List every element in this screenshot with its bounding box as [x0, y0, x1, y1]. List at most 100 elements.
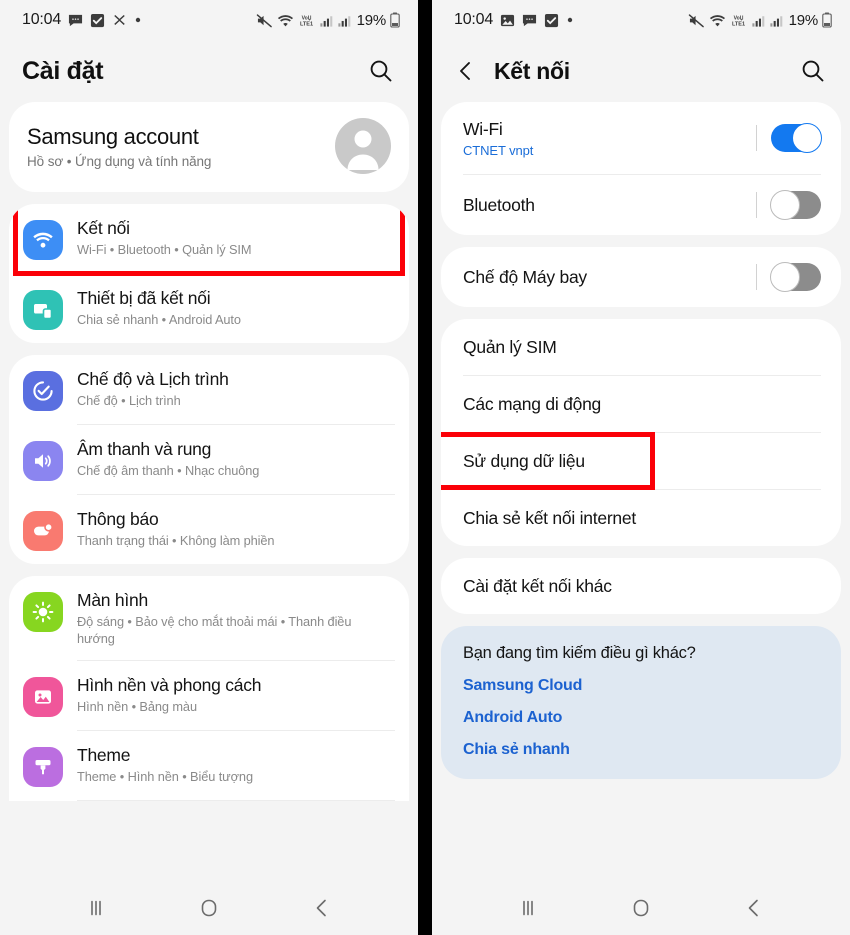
theme-brush-icon [35, 760, 51, 775]
modes-check-icon [33, 381, 53, 401]
back-button[interactable] [299, 885, 345, 931]
sidebar-item-thiet-bi-da-ket-noi[interactable]: Thiết bị đã kết nối Chia sẻ nhanh • Andr… [9, 274, 409, 343]
status-bar-right-group: VoЏ LTE1 19% [688, 12, 832, 29]
nav-bar-right [432, 880, 850, 935]
list-item-wifi[interactable]: Wi-Fi CTNET vnpt [441, 102, 841, 174]
suggestion-link-android-auto[interactable]: Android Auto [463, 709, 819, 727]
wifi-toggle[interactable] [771, 123, 822, 153]
suggestions-title: Bạn đang tìm kiếm điều gì khác? [463, 644, 696, 662]
devices-icon [34, 304, 53, 320]
signal-icon-2 [337, 15, 350, 27]
bluetooth-toggle[interactable] [770, 190, 821, 220]
status-bar-left-group: 10:04 [454, 11, 574, 29]
wifi-icon-wrap [23, 220, 63, 260]
home-icon [201, 899, 217, 916]
sidebar-item-am-thanh-va-rung[interactable]: Âm thanh và rung Chế độ âm thanh • Nhạc … [9, 425, 409, 494]
connections-group-other: Cài đặt kết nối khác [441, 558, 841, 614]
modes-check-icon-wrap [23, 371, 63, 411]
item-subtitle: Độ sáng • Bảo vệ cho mắt thoải mái • Tha… [77, 614, 352, 646]
brightness-icon [32, 601, 54, 623]
avatar[interactable] [335, 118, 391, 174]
devices-icon-wrap [23, 290, 63, 330]
person-icon [347, 130, 379, 170]
list-item-su-dung-du-lieu[interactable]: Sử dụng dữ liệu [441, 432, 841, 490]
sidebar-item-che-do-va-lich-trinh[interactable]: Chế độ và Lịch trình Chế độ • Lịch trình [9, 355, 409, 424]
item-title: Âm thanh và rung [77, 439, 212, 459]
conn-texts: Sử dụng dữ liệu [463, 450, 821, 473]
conn-texts: Chế độ Máy bay [463, 266, 756, 289]
item-title: Thiết bị đã kết nối [77, 288, 211, 308]
home-button[interactable] [186, 885, 232, 931]
suggestion-link-samsung-cloud[interactable]: Samsung Cloud [463, 677, 819, 695]
toggle-divider [756, 264, 757, 290]
sidebar-item-ket-noi[interactable]: Kết nối Wi-Fi • Bluetooth • Quản lý SIM [9, 204, 409, 276]
item-subtitle: Chia sẻ nhanh • Android Auto [77, 312, 241, 327]
list-item-airplane-mode[interactable]: Chế độ Máy bay [441, 247, 841, 307]
search-button[interactable] [366, 56, 396, 86]
item-subtitle: Thanh trạng thái • Không làm phiền [77, 533, 275, 548]
checkbox-icon [544, 13, 559, 27]
connections-list[interactable]: Wi-Fi CTNET vnpt Bluetooth Chế độ Máy ba… [432, 102, 850, 880]
samsung-account-row[interactable]: Samsung account Hồ sơ • Ứng dụng và tính… [9, 102, 409, 192]
sidebar-item-man-hinh[interactable]: Màn hình Độ sáng • Bảo vệ cho mắt thoải … [9, 576, 409, 660]
list-item-cac-mang-di-dong[interactable]: Các mạng di động [441, 376, 841, 432]
status-bar-right: 10:04 VoЏ LTE1 19% [432, 0, 850, 40]
sound-icon-wrap [23, 441, 63, 481]
item-title: Quản lý SIM [463, 336, 557, 357]
set-texts: Theme Theme • Hình nền • Biểu tượng [77, 744, 395, 785]
toggle-area [756, 123, 822, 153]
account-card[interactable]: Samsung account Hồ sơ • Ứng dụng và tính… [9, 102, 409, 192]
item-title: Màn hình [77, 590, 148, 610]
item-title: Kết nối [77, 218, 130, 238]
recents-button[interactable] [505, 885, 551, 931]
conn-texts: Quản lý SIM [463, 336, 821, 359]
list-item-chia-se-ket-noi-internet[interactable]: Chia sẻ kết nối internet [441, 490, 841, 546]
settings-group-modes: Chế độ và Lịch trình Chế độ • Lịch trình… [9, 355, 409, 564]
panel-divider [418, 0, 432, 935]
header-right: Kết nối [432, 40, 850, 102]
conn-texts: Bluetooth [463, 194, 756, 217]
item-title: Wi-Fi [463, 119, 503, 139]
set-texts: Âm thanh và rung Chế độ âm thanh • Nhạc … [77, 438, 395, 479]
sidebar-item-theme[interactable]: Theme Theme • Hình nền • Biểu tượng [9, 731, 409, 800]
suggestion-link-chia-se-nhanh[interactable]: Chia sẻ nhanh [463, 741, 819, 759]
list-item-bluetooth[interactable]: Bluetooth [441, 175, 841, 235]
conn-texts: Cài đặt kết nối khác [463, 575, 821, 598]
settings-list[interactable]: Samsung account Hồ sơ • Ứng dụng và tính… [0, 102, 418, 880]
volte-icon: VoЏLTE1 [300, 15, 313, 27]
toggle-area [756, 190, 821, 220]
toggle-knob [770, 190, 800, 220]
item-subtitle: Chế độ âm thanh • Nhạc chuông [77, 463, 260, 478]
back-nav-button[interactable] [454, 59, 478, 83]
phone-screen-settings: 10:04 VoЏ LTE1 19% Cài đặt Samsung accou… [0, 0, 418, 935]
image-icon [500, 14, 515, 26]
sidebar-item-hinh-nen-va-phong-cach[interactable]: Hình nền và phong cách Hình nền • Bảng m… [9, 661, 409, 730]
item-title: Theme [77, 745, 131, 765]
back-button[interactable] [731, 885, 777, 931]
page-title: Kết nối [494, 57, 570, 84]
sidebar-item-thong-bao[interactable]: Thông báo Thanh trạng thái • Không làm p… [9, 495, 409, 564]
back-icon [316, 899, 326, 916]
contacts-icon [114, 14, 125, 25]
airplane-mode-toggle[interactable] [770, 262, 821, 292]
dot-icon [135, 17, 141, 23]
set-texts: Thông báo Thanh trạng thái • Không làm p… [77, 508, 395, 549]
item-title: Các mạng di động [463, 393, 602, 414]
conn-texts: Wi-Fi CTNET vnpt [463, 118, 756, 158]
item-title: Bluetooth [463, 194, 535, 215]
item-title: Chế độ và Lịch trình [77, 369, 229, 389]
toggle-knob [792, 123, 822, 153]
notification-icon-wrap [23, 511, 63, 551]
signal-icon-1 [319, 15, 332, 27]
message-icon [522, 14, 537, 26]
home-button[interactable] [618, 885, 664, 931]
search-button[interactable] [798, 56, 828, 86]
list-item-quan-ly-sim[interactable]: Quản lý SIM [441, 319, 841, 375]
svg-text:LTE1: LTE1 [300, 21, 313, 27]
settings-group-connections: Kết nối Wi-Fi • Bluetooth • Quản lý SIM … [9, 204, 409, 343]
notification-icon [34, 522, 53, 536]
wifi-icon [709, 14, 725, 26]
list-item-cai-dat-ket-noi-khac[interactable]: Cài đặt kết nối khác [441, 558, 841, 614]
recents-button[interactable] [73, 885, 119, 931]
message-icon [68, 14, 83, 26]
